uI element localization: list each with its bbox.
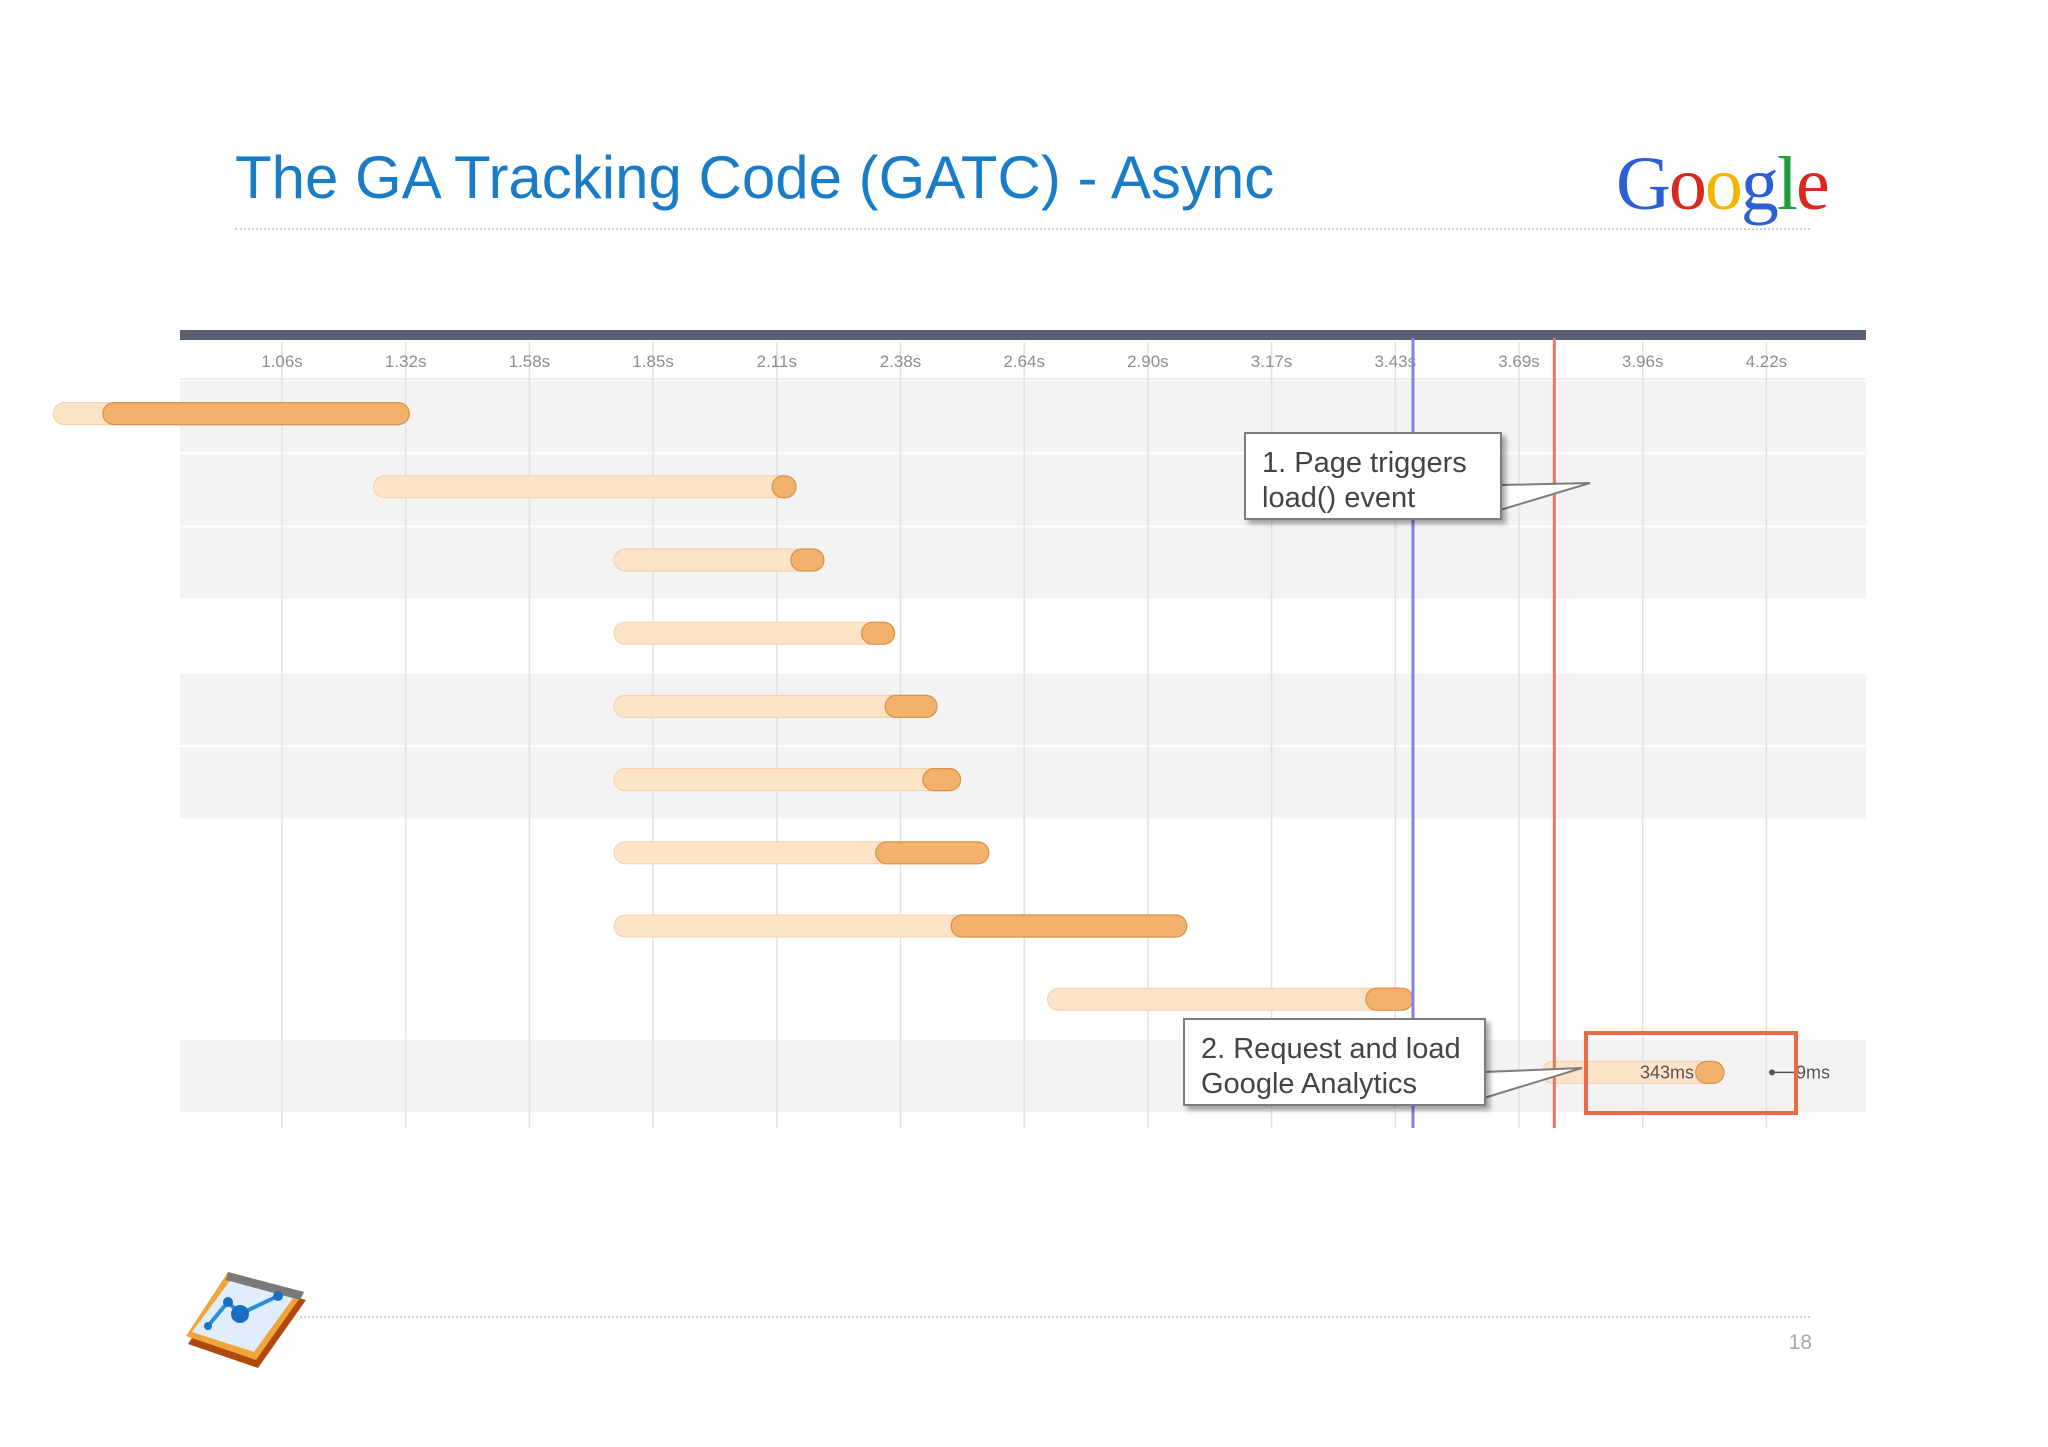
timeline-row-bg	[180, 672, 1866, 746]
timeline-tick-label: 3.43s	[1375, 352, 1417, 371]
callout-page-load-line2: load() event	[1262, 482, 1416, 514]
callout-ga-request-line2: Google Analytics	[1201, 1068, 1418, 1100]
ga-tail-label: 9ms	[1796, 1062, 1830, 1082]
timeline-tick-label: 4.22s	[1746, 352, 1788, 371]
request-bar-receiving	[1695, 1060, 1725, 1085]
request-bar-receiving	[950, 914, 1188, 938]
timeline-tick-label: 3.69s	[1498, 352, 1540, 371]
timeline-tick-label: 2.64s	[1003, 352, 1045, 371]
request-bar-receiving	[922, 767, 962, 792]
callout-page-load-line1: 1. Page triggers	[1262, 447, 1467, 479]
callout-page-load: 1. Page triggers load() event	[1244, 432, 1502, 520]
request-bar-receiving	[771, 475, 797, 499]
timeline-tick-label: 1.06s	[261, 352, 303, 371]
callout-ga-request-line1: 2. Request and load	[1201, 1033, 1461, 1065]
ga-duration-label: 343ms	[1640, 1062, 1694, 1082]
timeline-tick-label: 1.32s	[385, 352, 427, 371]
callout-ga-request: 2. Request and load Google Analytics	[1183, 1018, 1486, 1106]
request-bar-waiting	[1047, 987, 1414, 1011]
request-bar-receiving	[884, 694, 938, 719]
request-bar-waiting	[373, 475, 792, 499]
request-bar-receiving	[102, 402, 410, 426]
request-bar-receiving	[875, 841, 990, 865]
timeline-header-bar	[180, 330, 1866, 340]
request-bar-receiving	[790, 548, 825, 572]
timeline-row-bg	[180, 965, 1866, 1039]
request-bar-receiving	[861, 621, 896, 645]
timeline-tick-label: 2.90s	[1127, 352, 1169, 371]
timeline-row-bg	[180, 380, 1866, 454]
timeline-row-bg	[180, 746, 1866, 820]
request-bar-receiving	[1365, 987, 1414, 1011]
timeline-tick-label: 3.17s	[1251, 352, 1293, 371]
request-bar-waiting	[613, 768, 962, 792]
ga-tail-dot	[1769, 1069, 1775, 1076]
analytics-logo-icon	[178, 1262, 310, 1375]
timeline-row-bg	[180, 819, 1866, 893]
timeline-tick-label: 2.11s	[757, 352, 797, 371]
timeline-row-bg	[180, 599, 1866, 673]
timeline-tick-label: 2.38s	[880, 352, 922, 371]
page-number: 18	[1788, 1331, 1812, 1354]
request-bar-waiting	[613, 621, 896, 645]
timeline-row-bg	[180, 526, 1866, 600]
footer-divider	[300, 1316, 1810, 1318]
waterfall-timeline: 1.06s 1.32s 1.58s 1.85s 2.11s 2.38s 2.64s 2.90s…	[52, 330, 1866, 1128]
timeline-tick-label: 1.58s	[509, 352, 551, 371]
timeline-tick-label: 3.96s	[1622, 352, 1664, 371]
timeline-tick-label: 1.85s	[632, 352, 674, 371]
